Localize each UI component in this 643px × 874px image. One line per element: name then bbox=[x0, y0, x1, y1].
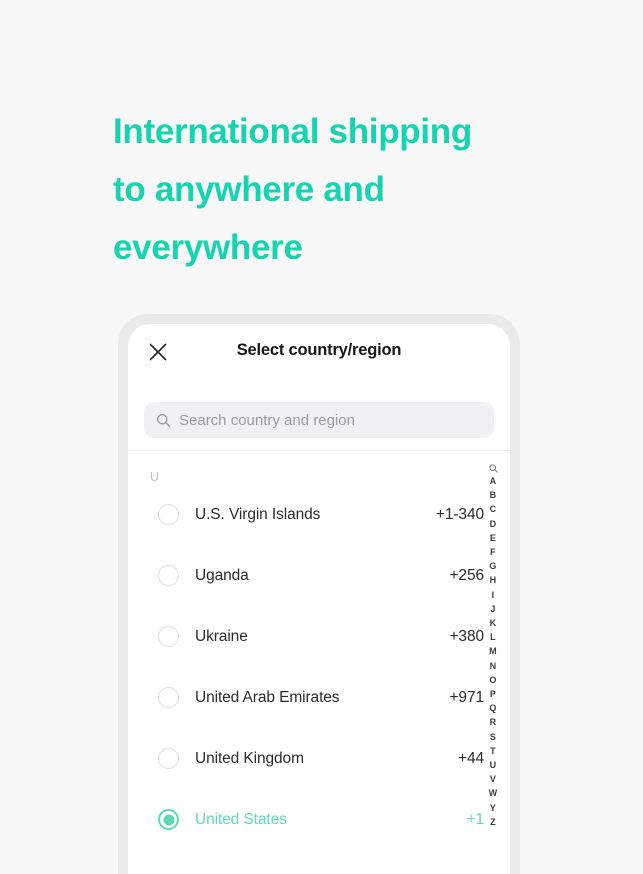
alpha-index-letter[interactable]: I bbox=[492, 588, 495, 602]
alpha-index-letter[interactable]: W bbox=[489, 786, 498, 800]
search-icon[interactable] bbox=[488, 460, 498, 473]
radio-icon[interactable] bbox=[158, 748, 179, 769]
country-name: Uganda bbox=[195, 566, 249, 584]
phone-frame: Select country/region U U.S. Virgin Isla… bbox=[118, 314, 520, 874]
alpha-index-letter[interactable]: C bbox=[490, 502, 497, 516]
table-row[interactable]: U.S. Virgin Islands +1-340 bbox=[128, 484, 510, 545]
alpha-index-letter[interactable]: Y bbox=[490, 801, 496, 815]
alpha-index-letter[interactable]: P bbox=[490, 687, 496, 701]
alpha-index-letter[interactable]: O bbox=[489, 673, 496, 687]
page-title-line-3: everywhere bbox=[113, 228, 303, 267]
alpha-index-letter[interactable]: U bbox=[490, 758, 497, 772]
alpha-index-letter[interactable]: L bbox=[490, 630, 496, 644]
dial-code: +256 bbox=[449, 566, 484, 584]
country-picker-sheet: Select country/region U U.S. Virgin Isla… bbox=[128, 324, 510, 874]
table-row[interactable]: United Arab Emirates +971 bbox=[128, 667, 510, 728]
country-name: United States bbox=[195, 810, 287, 828]
table-row[interactable]: United Kingdom +44 bbox=[128, 728, 510, 789]
alpha-index-letter[interactable]: H bbox=[490, 573, 497, 587]
table-row[interactable]: Uganda +256 bbox=[128, 545, 510, 606]
dial-code: +1 bbox=[466, 810, 485, 828]
dial-code: +1-340 bbox=[435, 505, 484, 523]
alpha-index-letter[interactable]: V bbox=[490, 772, 496, 786]
country-name: Ukraine bbox=[195, 627, 248, 645]
alpha-index-letter[interactable]: A bbox=[490, 474, 497, 488]
alpha-index-letter[interactable]: R bbox=[490, 715, 497, 729]
search-input[interactable] bbox=[179, 411, 469, 429]
alpha-index-letter[interactable]: K bbox=[490, 616, 497, 630]
alpha-index-letter[interactable]: G bbox=[489, 559, 496, 573]
country-name: United Kingdom bbox=[195, 749, 304, 767]
dial-code: +971 bbox=[449, 688, 484, 706]
alpha-index-letter[interactable]: D bbox=[490, 517, 497, 531]
radio-icon[interactable] bbox=[158, 626, 179, 647]
alpha-index-letter[interactable]: N bbox=[490, 659, 497, 673]
sheet-title: Select country/region bbox=[236, 341, 402, 359]
alpha-index-letter[interactable]: Z bbox=[490, 815, 496, 829]
table-row[interactable]: Ukraine +380 bbox=[128, 606, 510, 667]
radio-icon[interactable] bbox=[158, 687, 179, 708]
radio-icon[interactable] bbox=[158, 504, 179, 525]
country-name: United Arab Emirates bbox=[195, 688, 340, 706]
dial-code: +380 bbox=[449, 627, 484, 645]
section-letter-header: U bbox=[150, 470, 160, 484]
alpha-index-letter[interactable]: T bbox=[490, 744, 496, 758]
page-title-line-2: to anywhere and bbox=[113, 170, 385, 209]
alpha-index-letter[interactable]: E bbox=[490, 531, 496, 545]
radio-icon-selected[interactable] bbox=[158, 809, 179, 830]
alphabet-index[interactable]: A B C D E F G H I J K L M N O P Q R S T … bbox=[484, 460, 502, 829]
alpha-index-letter[interactable]: B bbox=[490, 488, 497, 502]
radio-icon[interactable] bbox=[158, 565, 179, 586]
alpha-index-letter[interactable]: Q bbox=[489, 701, 496, 715]
alpha-index-letter[interactable]: J bbox=[490, 602, 495, 616]
country-name: U.S. Virgin Islands bbox=[195, 505, 321, 523]
page-title-line-1: International shipping bbox=[113, 112, 472, 151]
search-field[interactable] bbox=[144, 402, 494, 438]
alpha-index-letter[interactable]: M bbox=[489, 644, 497, 658]
alpha-index-letter[interactable]: S bbox=[490, 730, 496, 744]
alpha-index-letter[interactable]: F bbox=[490, 545, 496, 559]
header-divider bbox=[128, 450, 510, 451]
search-icon bbox=[156, 413, 171, 428]
dial-code: +44 bbox=[458, 749, 484, 767]
table-row-selected[interactable]: United States +1 bbox=[128, 789, 510, 850]
sheet-header: Select country/region bbox=[128, 324, 510, 380]
page-title: International shipping to anywhere and e… bbox=[113, 103, 533, 277]
